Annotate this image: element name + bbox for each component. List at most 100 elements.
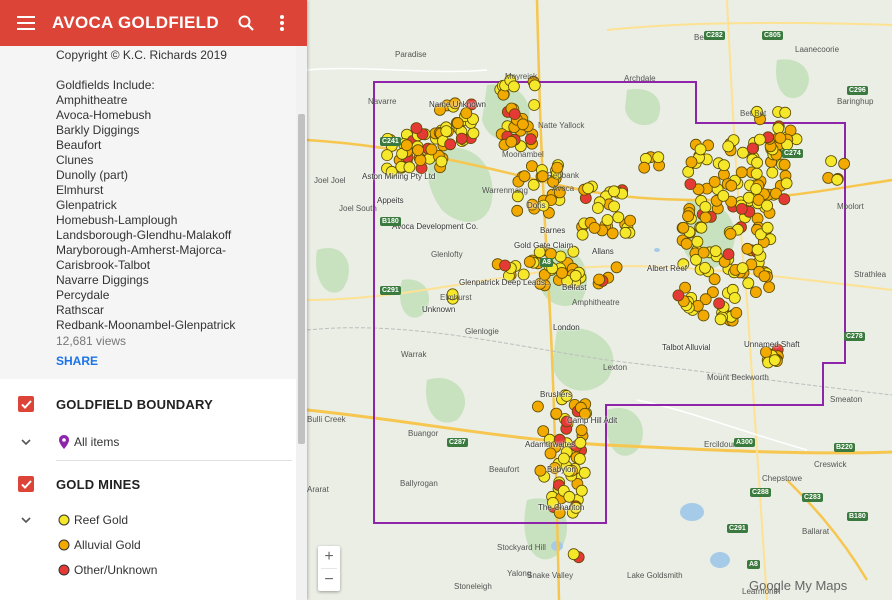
chevron-down-icon[interactable] (18, 434, 34, 450)
gold-mine-marker[interactable] (750, 167, 763, 180)
gold-mine-marker[interactable] (717, 189, 730, 202)
gold-mine-marker[interactable] (425, 143, 438, 156)
gold-mine-marker[interactable] (714, 313, 727, 326)
gold-mine-marker[interactable] (444, 138, 457, 151)
gold-mine-marker[interactable] (455, 132, 468, 145)
gold-mine-marker[interactable] (591, 202, 604, 214)
gold-mine-marker[interactable] (677, 221, 690, 234)
scrollbar-thumb[interactable] (298, 114, 305, 444)
gold-mine-marker[interactable] (772, 122, 785, 135)
gold-mine-marker[interactable] (741, 242, 754, 255)
gold-mine-marker[interactable] (838, 157, 850, 170)
layer-checkbox[interactable] (18, 476, 34, 492)
gold-mine-marker[interactable] (825, 155, 837, 168)
gold-mine-marker[interactable] (730, 306, 743, 319)
gold-mine-marker[interactable] (780, 177, 793, 190)
gold-mine-marker[interactable] (557, 452, 570, 465)
gold-mine-marker[interactable] (574, 436, 587, 449)
gold-mine-marker[interactable] (763, 281, 776, 294)
legend-item[interactable]: Other/Unknown (0, 557, 296, 582)
gold-mine-marker[interactable] (381, 149, 393, 162)
gold-mine-marker[interactable] (708, 273, 721, 286)
gold-mine-marker[interactable] (601, 214, 614, 226)
gold-mine-marker[interactable] (608, 200, 621, 213)
gold-mine-marker[interactable] (761, 199, 774, 212)
search-button[interactable] (234, 11, 258, 35)
gold-mine-marker[interactable] (410, 122, 423, 135)
gold-mine-marker[interactable] (736, 146, 749, 159)
gold-mine-marker[interactable] (516, 118, 529, 131)
gold-mine-marker[interactable] (697, 309, 710, 322)
gold-mine-marker[interactable] (751, 156, 764, 169)
gold-mine-marker[interactable] (528, 79, 541, 92)
gold-mine-marker[interactable] (699, 261, 711, 274)
gold-mine-marker[interactable] (523, 255, 536, 268)
layer-checkbox[interactable] (18, 396, 34, 412)
gold-mine-marker[interactable] (524, 133, 537, 146)
gold-mine-marker[interactable] (554, 250, 567, 263)
gold-mine-marker[interactable] (725, 179, 738, 192)
gold-mine-marker[interactable] (722, 248, 735, 261)
gold-mine-marker[interactable] (556, 266, 568, 279)
gold-mine-marker[interactable] (672, 289, 685, 302)
gold-mine-marker[interactable] (751, 243, 764, 256)
gold-mine-marker[interactable] (736, 262, 749, 275)
gold-mine-marker[interactable] (593, 273, 606, 286)
gold-mine-marker[interactable] (505, 135, 518, 148)
gold-mine-marker[interactable] (774, 132, 787, 144)
gold-mine-marker[interactable] (691, 235, 704, 248)
gold-mine-marker[interactable] (608, 185, 620, 198)
gold-mine-marker[interactable] (451, 117, 464, 129)
gold-mine-marker[interactable] (569, 269, 582, 282)
gold-mine-marker[interactable] (831, 173, 844, 186)
gold-mine-marker[interactable] (758, 270, 771, 283)
legend-item[interactable]: Alluvial Gold (0, 532, 296, 557)
gold-mine-marker[interactable] (575, 484, 588, 497)
gold-mine-marker[interactable] (680, 237, 693, 250)
gold-mine-marker[interactable] (610, 261, 623, 274)
gold-mine-marker[interactable] (695, 221, 708, 234)
gold-mine-marker[interactable] (749, 286, 762, 299)
gold-mine-marker[interactable] (531, 400, 544, 413)
gold-mine-marker[interactable] (499, 259, 511, 272)
legend-item[interactable]: Reef Gold (0, 507, 296, 532)
chevron-down-icon[interactable] (18, 512, 34, 528)
map-canvas[interactable]: MoyreiskArchdaleBealibaLaanecoorieParadi… (307, 0, 892, 600)
gold-mine-marker[interactable] (544, 447, 557, 460)
gold-mine-marker[interactable] (778, 158, 791, 171)
gold-mine-marker[interactable] (612, 211, 625, 224)
gold-mine-marker[interactable] (528, 99, 541, 111)
zoom-out-button[interactable]: − (318, 569, 340, 591)
gold-mine-marker[interactable] (753, 133, 766, 146)
gold-mine-marker[interactable] (400, 139, 413, 152)
gold-mine-marker[interactable] (652, 151, 665, 164)
gold-mine-marker[interactable] (685, 156, 698, 169)
gold-mine-marker[interactable] (576, 228, 589, 241)
gold-mine-marker[interactable] (440, 125, 453, 138)
gold-mine-marker[interactable] (746, 142, 759, 155)
legend-item[interactable]: All items (0, 429, 296, 454)
gold-mine-marker[interactable] (414, 154, 427, 167)
gold-mine-marker[interactable] (518, 170, 531, 183)
gold-mine-marker[interactable] (435, 155, 448, 168)
gold-mine-marker[interactable] (573, 452, 586, 465)
gold-mine-marker[interactable] (768, 354, 781, 367)
gold-mine-marker[interactable] (467, 127, 480, 140)
gold-mine-marker[interactable] (750, 183, 763, 195)
gold-mine-marker[interactable] (511, 204, 524, 217)
gold-mine-marker[interactable] (567, 548, 580, 561)
gold-mine-marker[interactable] (684, 178, 697, 191)
gold-mine-marker[interactable] (778, 193, 791, 206)
gold-mine-marker[interactable] (606, 227, 619, 240)
more-options-button[interactable] (272, 11, 292, 35)
gold-mine-marker[interactable] (735, 202, 748, 215)
gold-mine-marker[interactable] (742, 277, 755, 290)
gold-mine-marker[interactable] (718, 159, 730, 172)
gold-mine-marker[interactable] (697, 246, 710, 259)
gold-mine-marker[interactable] (708, 175, 721, 188)
gold-mine-marker[interactable] (699, 201, 712, 213)
gold-mine-marker[interactable] (619, 226, 632, 239)
gold-mine-marker[interactable] (728, 292, 741, 304)
gold-mine-marker[interactable] (582, 182, 595, 195)
gold-mine-marker[interactable] (638, 161, 651, 174)
